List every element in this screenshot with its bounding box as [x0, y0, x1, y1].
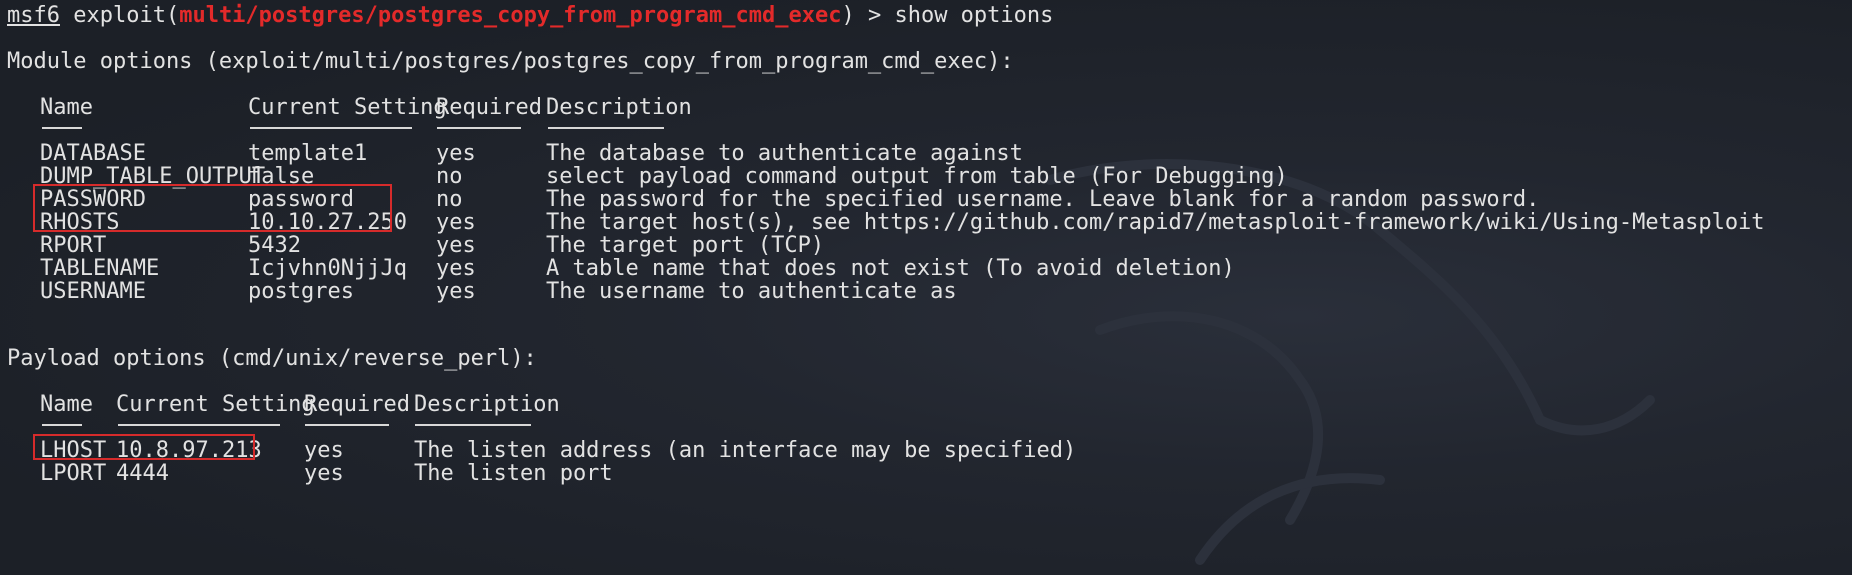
payload-col-name-underline	[42, 424, 82, 426]
option-setting: postgres	[248, 279, 354, 304]
payload-col-required: Required	[304, 392, 410, 417]
module-col-setting: Current Setting	[248, 95, 447, 120]
prompt-close-paren: )	[841, 3, 855, 28]
option-setting: 4444	[116, 461, 169, 486]
module-col-setting-underline	[250, 127, 412, 129]
option-name: LPORT	[40, 461, 107, 486]
terminal-window[interactable]: msf6 exploit(multi/postgres/postgres_cop…	[0, 0, 1852, 575]
highlight-box-password-rhosts	[33, 184, 392, 232]
prompt-prefix: msf6	[7, 3, 60, 28]
module-col-description: Description	[546, 95, 692, 120]
payload-col-required-underline	[305, 424, 389, 426]
module-col-name: Name	[40, 95, 93, 120]
module-path: multi/postgres/postgres_copy_from_progra…	[179, 3, 842, 28]
command-prompt-line: msf6 exploit(multi/postgres/postgres_cop…	[7, 2, 1053, 29]
module-col-required: Required	[436, 95, 542, 120]
module-col-name-underline	[42, 127, 82, 129]
payload-options-heading: Payload options (cmd/unix/reverse_perl):	[7, 346, 537, 371]
option-description: The listen port	[414, 461, 613, 486]
typed-command: > show options	[854, 3, 1054, 28]
option-description: The username to authenticate as	[546, 279, 957, 304]
module-options-heading: Module options (exploit/multi/postgres/p…	[7, 49, 1014, 74]
payload-col-description: Description	[414, 392, 560, 417]
option-required: yes	[304, 461, 344, 486]
payload-col-setting: Current Setting	[116, 392, 315, 417]
payload-col-description-underline	[415, 424, 531, 426]
module-col-required-underline	[437, 127, 521, 129]
exploit-word: exploit(	[73, 3, 180, 28]
module-col-description-underline	[548, 127, 664, 129]
highlight-box-lhost	[33, 434, 255, 460]
payload-col-setting-underline	[118, 424, 280, 426]
payload-col-name: Name	[40, 392, 93, 417]
option-name: USERNAME	[40, 279, 146, 304]
option-required: yes	[436, 279, 476, 304]
